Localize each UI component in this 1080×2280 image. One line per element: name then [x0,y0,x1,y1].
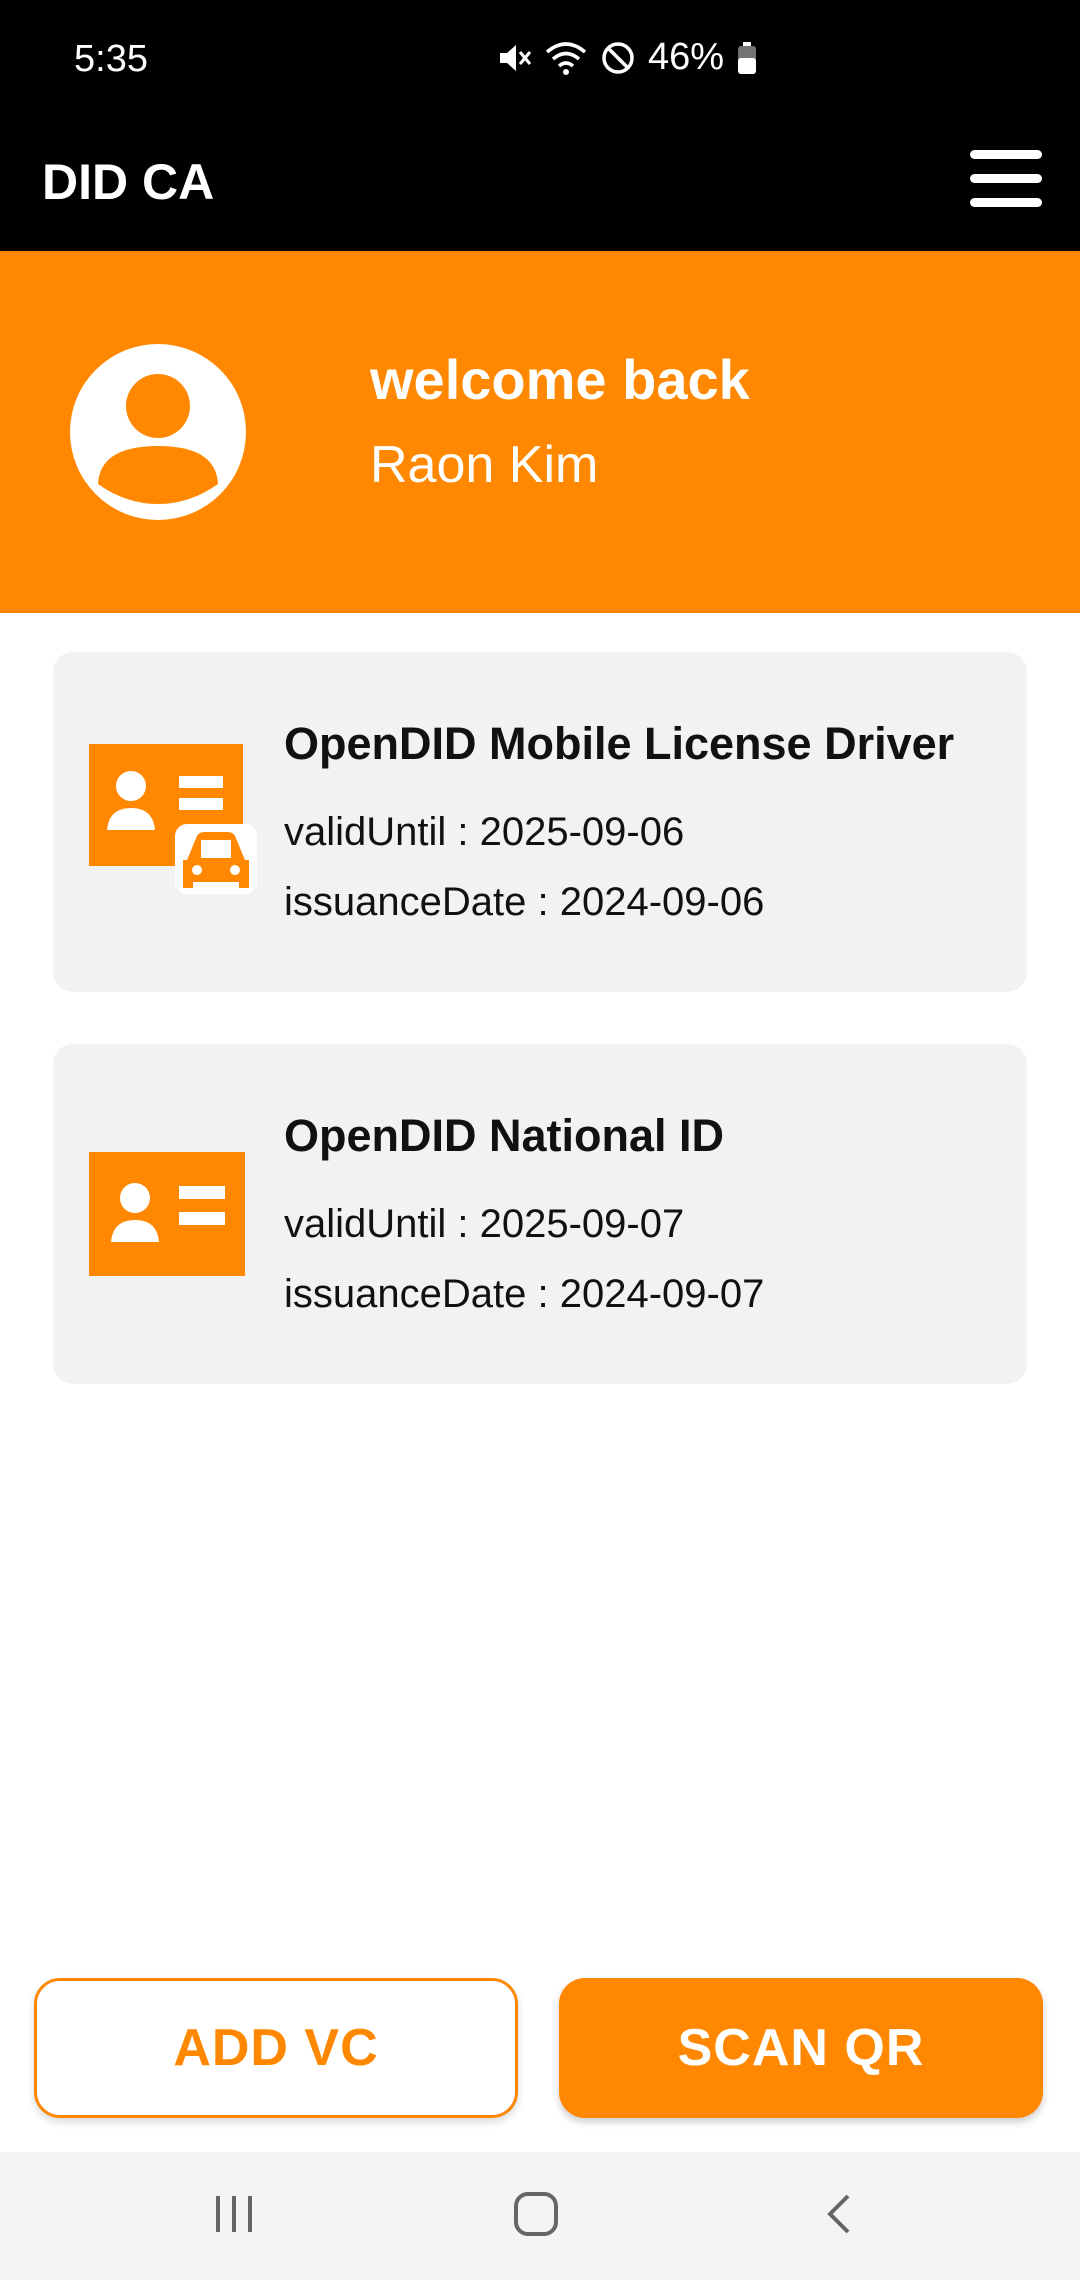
credential-card[interactable]: OpenDID National ID validUntil : 2025-09… [53,1044,1027,1384]
credential-issuance-date: issuanceDate : 2024-09-07 [284,1272,765,1316]
credential-valid-until: validUntil : 2025-09-07 [284,1202,685,1246]
welcome-banner: welcome back Raon Kim [0,251,1080,613]
credential-card[interactable]: OpenDID Mobile License Driver validUntil… [53,652,1027,992]
recent-apps-icon[interactable] [212,2192,256,2236]
status-bar: 5:35 46% [0,0,1080,125]
battery-percent: 46% [648,36,725,78]
driver-license-icon [89,744,257,894]
credential-valid-until: validUntil : 2025-09-06 [284,810,685,854]
system-nav-bar [0,2152,1080,2280]
user-name: Raon Kim [370,436,599,494]
back-icon[interactable] [820,2192,856,2236]
user-avatar-icon [70,344,246,520]
scan-qr-button[interactable]: SCAN QR [559,1978,1043,2118]
status-icons: 46% [496,36,758,79]
id-card-icon [89,1152,245,1276]
credential-title: OpenDID National ID [284,1110,725,1161]
app-bar: DID CA [0,125,1080,251]
status-time: 5:35 [74,38,148,80]
wifi-icon [545,41,587,75]
credential-title: OpenDID Mobile License Driver [284,718,955,769]
add-vc-button[interactable]: ADD VC [34,1978,518,2118]
app-title: DID CA [42,154,215,210]
mute-icon [500,44,532,71]
hamburger-menu-icon[interactable] [966,148,1044,208]
battery-icon [738,41,757,74]
home-icon[interactable] [512,2190,560,2238]
do-not-disturb-icon [602,41,634,74]
credential-issuance-date: issuanceDate : 2024-09-06 [284,880,765,924]
welcome-text: welcome back [370,348,750,411]
